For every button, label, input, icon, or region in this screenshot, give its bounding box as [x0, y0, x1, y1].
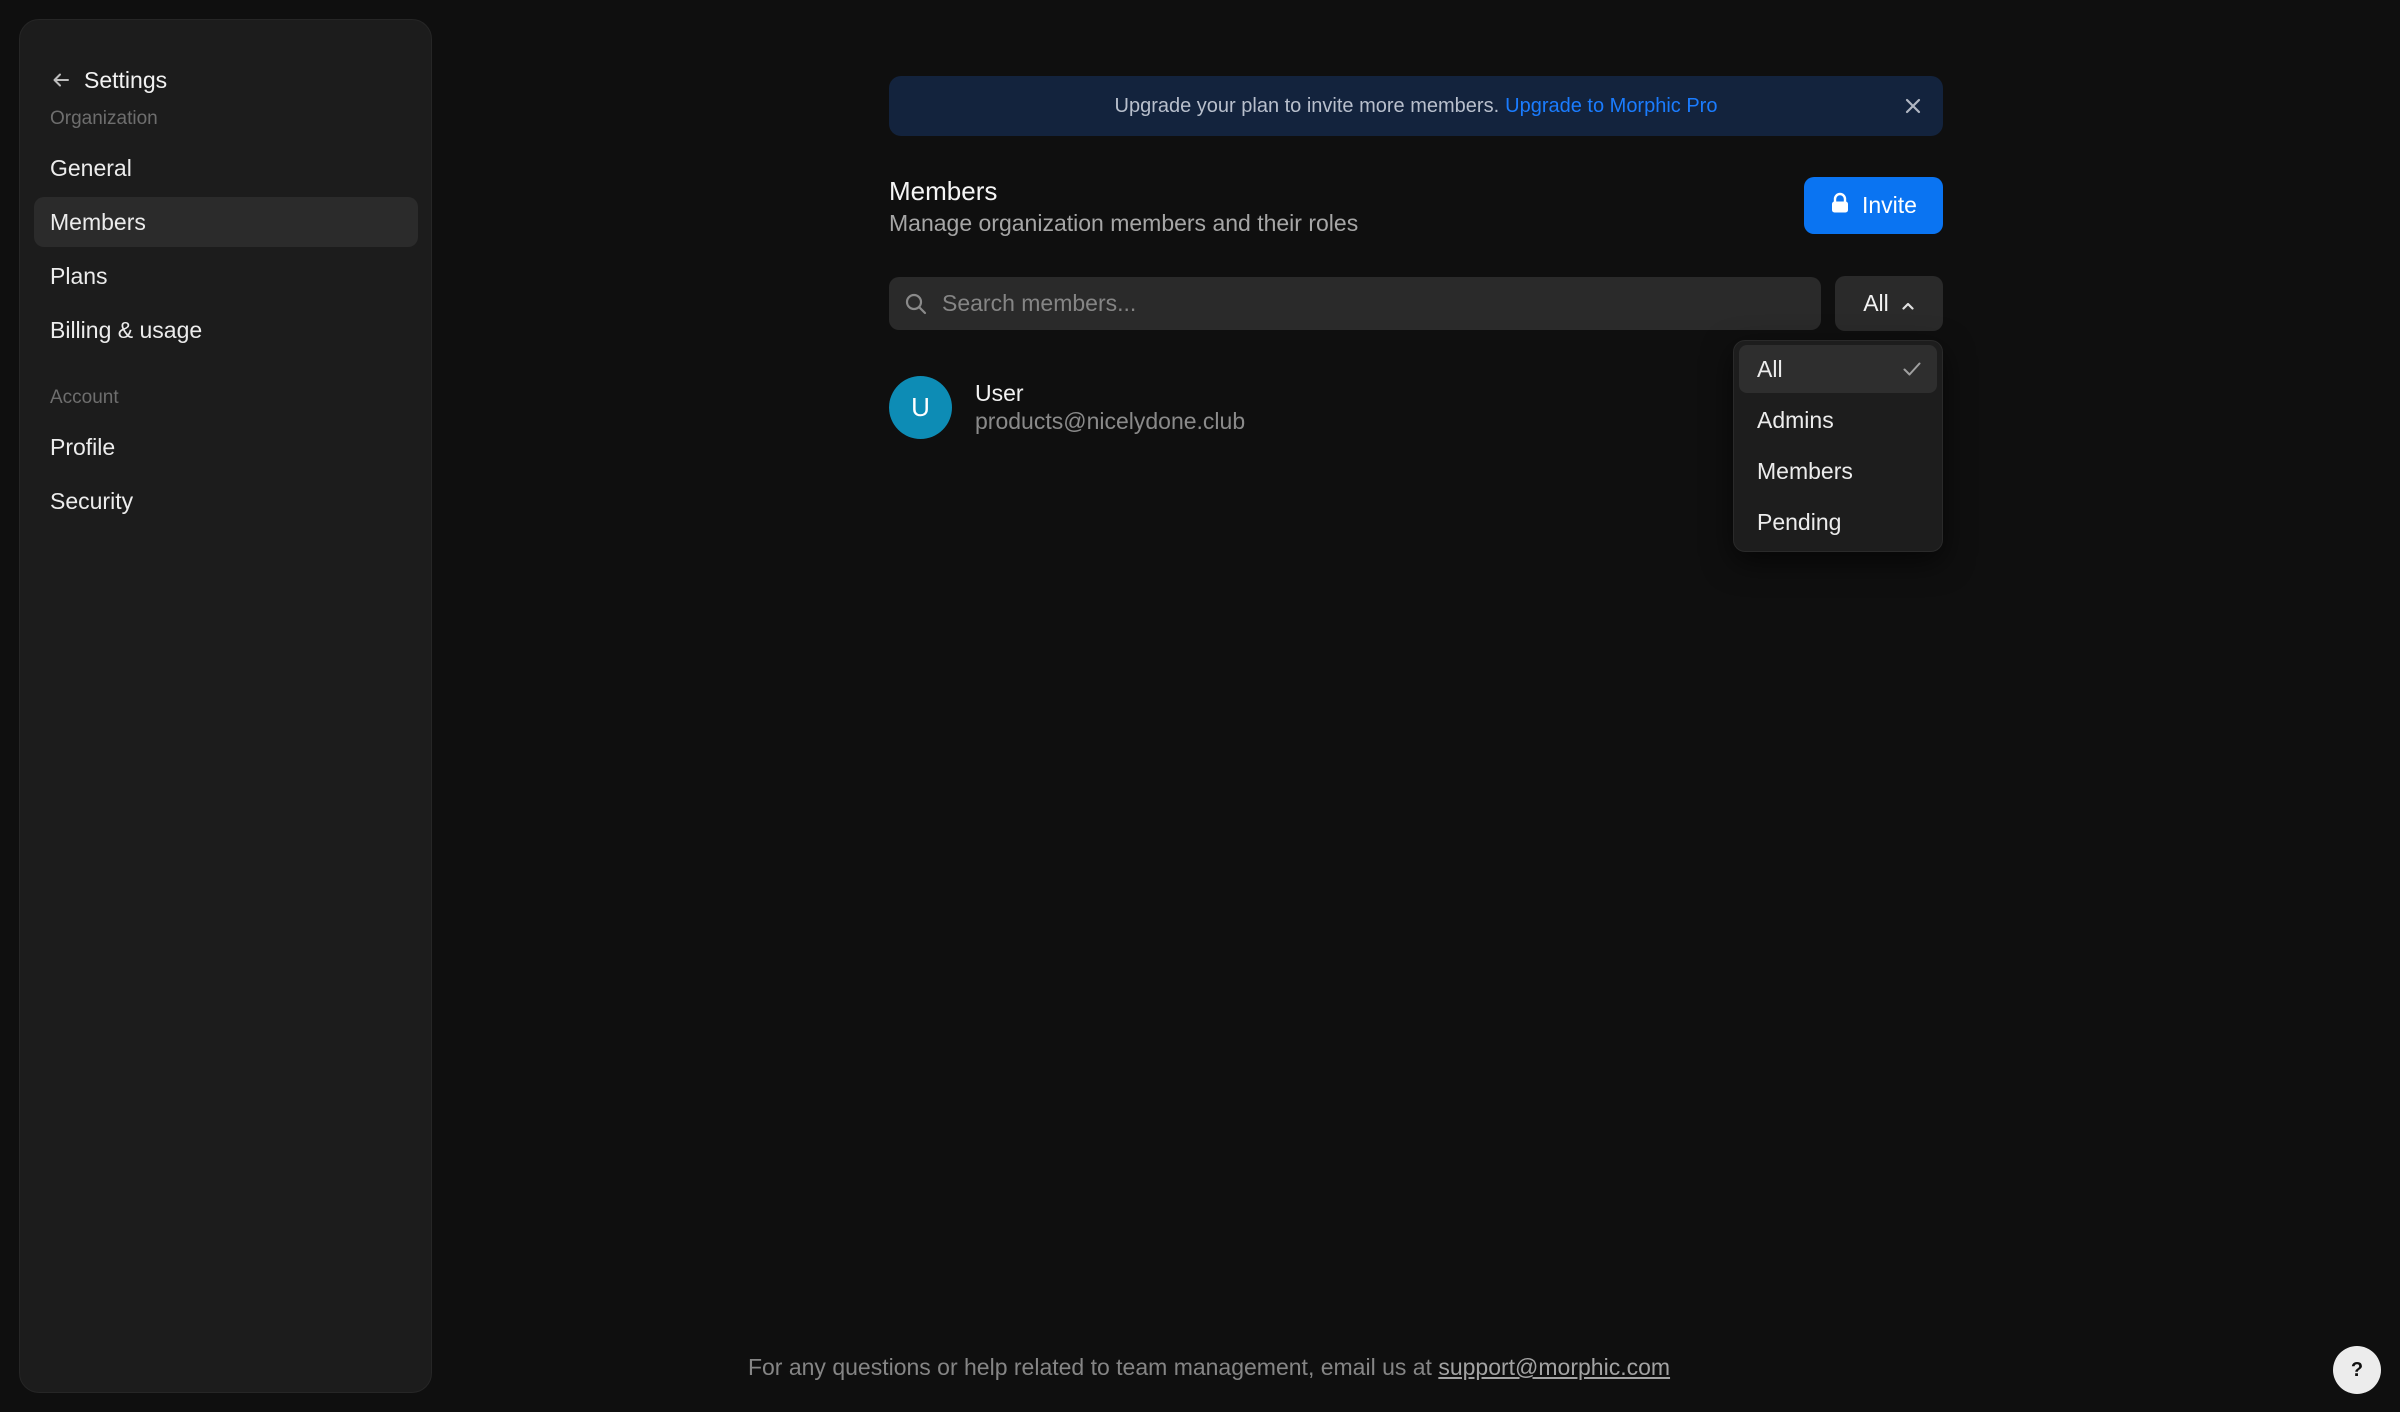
filter-selected-label: All: [1863, 290, 1889, 316]
search-icon: [904, 292, 928, 316]
support-email-link[interactable]: support@morphic.com: [1438, 1354, 1670, 1380]
search-bar: [889, 277, 1821, 330]
page-subtitle: Manage organization members and their ro…: [889, 210, 1359, 236]
back-to-app-link[interactable]: Settings: [50, 62, 167, 98]
sidebar-title: Settings: [84, 66, 168, 93]
sidebar-item-members[interactable]: Members: [34, 197, 418, 247]
filter-option-pending[interactable]: Pending: [1739, 498, 1937, 546]
footer-help-text: For any questions or help related to tea…: [0, 1354, 2400, 1381]
role-filter-dropdown: All Admins Members Pending: [1733, 340, 1943, 552]
invite-button[interactable]: Invite: [1804, 177, 1943, 234]
help-button[interactable]: ?: [2333, 1346, 2381, 1394]
sidebar-item-plans[interactable]: Plans: [34, 251, 418, 301]
check-icon: [1901, 358, 1923, 380]
filter-option-members[interactable]: Members: [1739, 447, 1937, 495]
sidebar-item-general[interactable]: General: [34, 143, 418, 193]
filter-option-all[interactable]: All: [1739, 345, 1937, 393]
chevron-up-icon: [1901, 290, 1915, 317]
sidebar-item-security[interactable]: Security: [34, 476, 418, 526]
member-name: User: [975, 380, 1024, 406]
member-list-item[interactable]: U User products@nicelydone.club: [889, 376, 1589, 440]
section-label-organization: Organization: [50, 108, 158, 129]
arrow-left-icon: [50, 69, 72, 91]
page-title: Members: [889, 176, 998, 206]
invite-label: Invite: [1862, 192, 1917, 218]
member-email: products@nicelydone.club: [975, 408, 1246, 434]
filter-option-admins[interactable]: Admins: [1739, 396, 1937, 444]
filter-option-label: All: [1757, 355, 1783, 382]
close-icon[interactable]: [1901, 94, 1925, 118]
lock-icon: [1830, 192, 1850, 220]
banner-text: Upgrade your plan to invite more members…: [1114, 94, 1500, 117]
upgrade-banner: Upgrade your plan to invite more members…: [889, 76, 1943, 136]
sidebar-item-billing[interactable]: Billing & usage: [34, 305, 418, 355]
search-input[interactable]: [942, 277, 1802, 330]
footer-text: For any questions or help related to tea…: [747, 1354, 1432, 1380]
section-label-account: Account: [50, 387, 119, 408]
settings-sidebar: Settings Organization General Members Pl…: [19, 19, 432, 1393]
role-filter-button[interactable]: All: [1835, 276, 1943, 331]
sidebar-item-profile[interactable]: Profile: [34, 422, 418, 472]
avatar: U: [889, 376, 952, 439]
upgrade-link[interactable]: Upgrade to Morphic Pro: [1505, 95, 1717, 118]
